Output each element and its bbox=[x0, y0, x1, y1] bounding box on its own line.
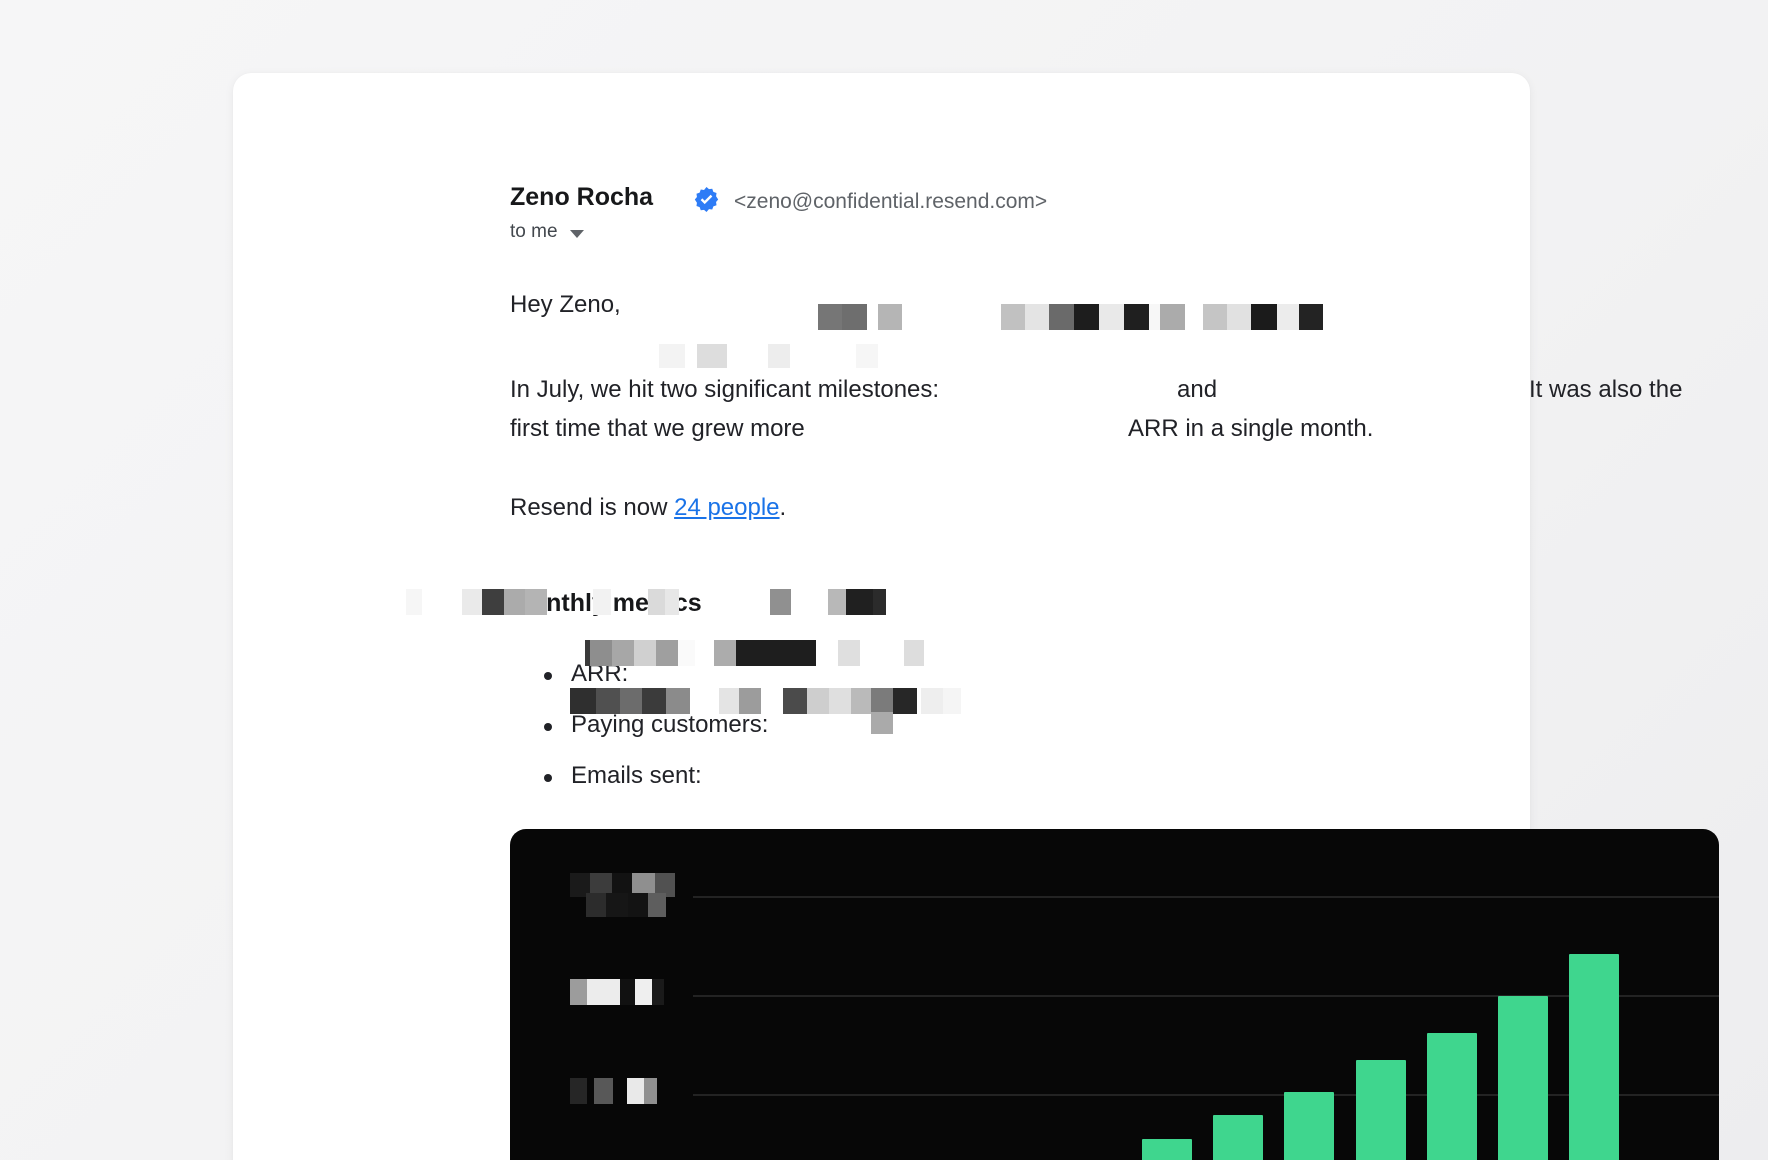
paragraph1-text-b: and bbox=[1177, 376, 1217, 404]
team-size-suffix: . bbox=[780, 494, 787, 521]
redacted-axis-label bbox=[644, 1078, 657, 1104]
metric-label: ARR: bbox=[571, 660, 628, 688]
chart-bar bbox=[1498, 996, 1548, 1160]
bullet-icon bbox=[544, 723, 552, 731]
chart-bar bbox=[1142, 1139, 1192, 1160]
chevron-down-icon bbox=[570, 230, 584, 238]
redacted-axis-label bbox=[652, 979, 664, 1005]
email-viewport: Zeno Rocha <zeno@confidential.resend.com… bbox=[0, 0, 1768, 1160]
redacted-axis-label bbox=[586, 893, 606, 917]
metric-label: Emails sent: bbox=[571, 762, 702, 790]
paragraph1-text-a: In July, we hit two significant mileston… bbox=[510, 376, 939, 404]
chart-bar bbox=[1284, 1092, 1334, 1160]
chart-gridline bbox=[693, 1094, 1719, 1096]
redacted-axis-label bbox=[620, 979, 635, 1005]
redacted-axis-label bbox=[628, 893, 648, 917]
chart-bar bbox=[1427, 1033, 1477, 1160]
metrics-heading: Monthly metrics bbox=[510, 589, 702, 618]
redacted-axis-label bbox=[587, 979, 620, 1005]
redacted-axis-label bbox=[606, 893, 628, 917]
recipient-dropdown[interactable]: to me bbox=[510, 221, 584, 243]
verified-badge-icon bbox=[693, 186, 720, 213]
greeting-text: Hey Zeno, bbox=[510, 291, 621, 319]
redacted-axis-label bbox=[635, 979, 652, 1005]
paragraph1-text-c: It was also the bbox=[1529, 376, 1682, 404]
growth-chart bbox=[510, 829, 1719, 1160]
redacted-axis-label bbox=[627, 1078, 644, 1104]
redacted-axis-label bbox=[648, 893, 666, 917]
bullet-icon bbox=[544, 774, 552, 782]
team-size-sentence: Resend is now 24 people. bbox=[510, 494, 786, 522]
team-size-prefix: Resend is now bbox=[510, 494, 674, 521]
redacted-axis-label bbox=[594, 1078, 613, 1104]
chart-gridline bbox=[693, 995, 1719, 997]
redacted-axis-label bbox=[570, 979, 587, 1005]
bullet-icon bbox=[544, 672, 552, 680]
team-size-link[interactable]: 24 people bbox=[674, 494, 779, 521]
sender-email: <zeno@confidential.resend.com> bbox=[734, 190, 1047, 214]
chart-bar bbox=[1213, 1115, 1263, 1160]
recipient-label: to me bbox=[510, 221, 558, 243]
redacted-axis-label bbox=[570, 1078, 587, 1104]
email-card: Zeno Rocha <zeno@confidential.resend.com… bbox=[233, 73, 1530, 1160]
paragraph1-text-e: ARR in a single month. bbox=[1128, 415, 1373, 443]
paragraph1-text-d: first time that we grew more bbox=[510, 415, 805, 443]
sender-name: Zeno Rocha bbox=[510, 183, 653, 212]
chart-bar bbox=[1569, 954, 1619, 1160]
chart-bar bbox=[1356, 1060, 1406, 1160]
metric-label: Paying customers: bbox=[571, 711, 768, 739]
chart-gridline bbox=[693, 896, 1719, 898]
